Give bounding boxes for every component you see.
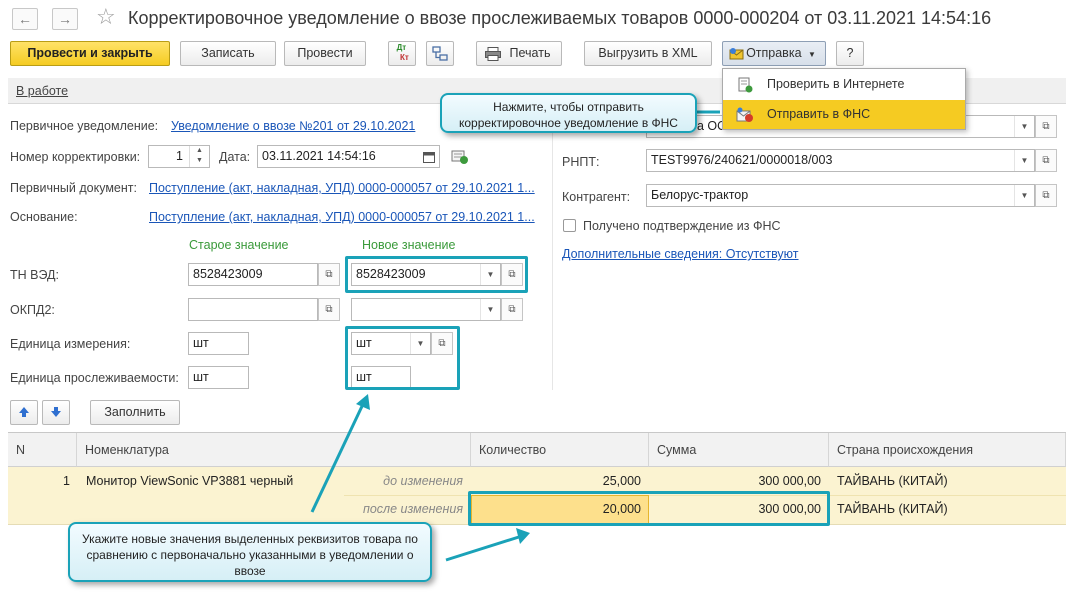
send-hint-callout: Нажмите, чтобы отправить корректировочно… <box>440 93 697 133</box>
values-hint-callout: Укажите новые значения выделенных реквиз… <box>68 522 432 582</box>
callout-arrows <box>310 110 720 562</box>
